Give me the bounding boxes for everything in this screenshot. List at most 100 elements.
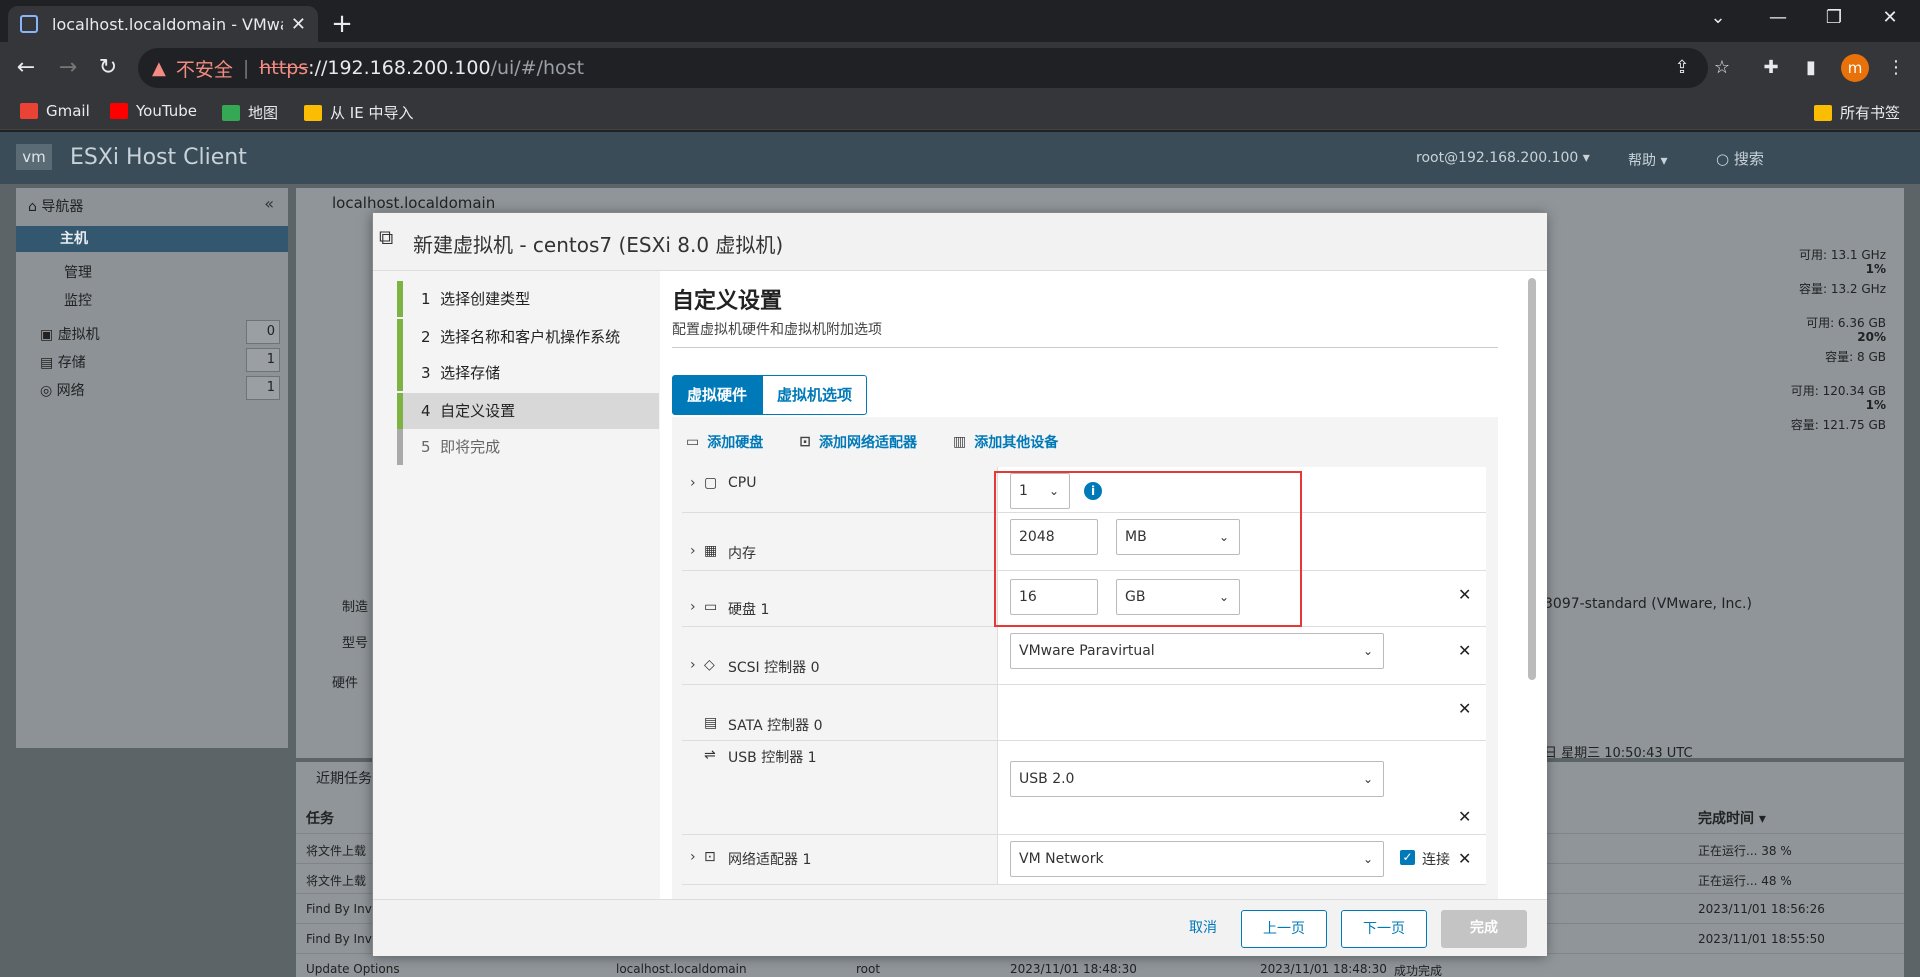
add-nic-button[interactable]: ⊡ 添加网络适配器 bbox=[799, 427, 917, 457]
app-title: ESXi Host Client bbox=[70, 145, 247, 170]
next-button[interactable]: 下一页 bbox=[1341, 910, 1427, 948]
hw-row-nic: › ⊡ 网络适配器 1 VM Network ⌄ ✓ 连接 ✕ bbox=[682, 835, 1486, 885]
wizard-steps: 1 选择创建类型 2 选择名称和客户机操作系统 3 选择存储 4 自定义设置 5… bbox=[373, 271, 660, 899]
new-tab-button[interactable]: + bbox=[324, 6, 360, 42]
mem-pct: 20% bbox=[1857, 330, 1886, 344]
nav-manage[interactable]: 管理 bbox=[64, 262, 92, 282]
sata-icon: ▤ bbox=[704, 715, 718, 731]
scsi-icon: ◇ bbox=[704, 657, 715, 673]
hw-row-scsi: › ◇ SCSI 控制器 0 VMware Paravirtual ⌄ ✕ bbox=[682, 627, 1486, 685]
wizard-title: 新建虚拟机 - centos7 (ESXi 8.0 虚拟机) bbox=[413, 233, 784, 257]
vmware-standard-text: 3097-standard (VMware, Inc.) bbox=[1544, 596, 1752, 612]
forward-arrow-icon[interactable]: → bbox=[52, 52, 84, 84]
col-completed[interactable]: 完成时间 ▾ bbox=[1698, 808, 1766, 828]
bookmark-maps[interactable]: 地图 bbox=[222, 102, 278, 123]
navigator-panel: ⌂ 导航器 « 主机 管理 监控 ▣ 虚拟机 0 ▤ 存储 1 ◎ 网络 1 bbox=[16, 188, 288, 748]
back-arrow-icon[interactable]: ← bbox=[10, 52, 42, 84]
insecure-label: 不安全 bbox=[175, 58, 233, 81]
search-icon: ○ bbox=[1716, 150, 1734, 168]
help-menu[interactable]: 帮助 ▾ bbox=[1628, 150, 1667, 170]
tab-close-icon[interactable]: ✕ bbox=[291, 14, 306, 35]
remove-nic-icon[interactable]: ✕ bbox=[1458, 849, 1471, 868]
minimize-icon[interactable]: — bbox=[1750, 0, 1806, 36]
cancel-button[interactable]: 取消 bbox=[1163, 910, 1243, 948]
remove-sata-icon[interactable]: ✕ bbox=[1458, 699, 1471, 718]
close-window-icon[interactable]: ✕ bbox=[1862, 0, 1918, 36]
remove-usb-icon[interactable]: ✕ bbox=[1458, 807, 1471, 826]
cpu-label: CPU bbox=[728, 475, 757, 491]
expand-chevron-icon[interactable]: › bbox=[690, 849, 696, 865]
step-5[interactable]: 5 即将完成 bbox=[397, 429, 659, 465]
nav-network[interactable]: ◎ 网络 bbox=[40, 380, 85, 400]
tab-search-icon[interactable]: ⌄ bbox=[1690, 0, 1746, 36]
expand-chevron-icon[interactable]: › bbox=[690, 543, 696, 559]
bookmark-star-icon[interactable]: ☆ bbox=[1708, 54, 1736, 82]
bookmark-youtube[interactable]: YouTube bbox=[110, 102, 197, 120]
scsi-type-select[interactable]: VMware Paravirtual ⌄ bbox=[1010, 633, 1384, 669]
step-1[interactable]: 1 选择创建类型 bbox=[397, 281, 659, 317]
search-button[interactable]: ○ 搜索 bbox=[1716, 148, 1764, 169]
bookmark-ie-import[interactable]: 从 IE 中导入 bbox=[304, 102, 413, 123]
nav-host[interactable]: 主机 bbox=[16, 226, 288, 252]
youtube-icon bbox=[110, 103, 128, 119]
share-icon[interactable]: ⇪ bbox=[1668, 54, 1696, 82]
usb-label: USB 控制器 1 bbox=[728, 750, 817, 766]
hw-row-usb: ⇌ USB 控制器 1 USB 2.0 ⌄ ✕ bbox=[682, 741, 1486, 835]
table-row[interactable]: Update Options localhost.localdomain roo… bbox=[296, 954, 1904, 977]
mem-free: 可用: 6.36 GB bbox=[1806, 316, 1886, 330]
collapse-icon[interactable]: « bbox=[264, 194, 274, 213]
add-other-device-button[interactable]: ▥ 添加其他设备 bbox=[953, 427, 1058, 457]
nic-connect-checkbox[interactable]: ✓ bbox=[1400, 850, 1415, 865]
network-adapter-icon: ⊡ bbox=[799, 434, 811, 450]
nic-network-select[interactable]: VM Network ⌄ bbox=[1010, 841, 1384, 877]
nav-network-count: 1 bbox=[246, 376, 280, 400]
restore-icon[interactable]: ❐ bbox=[1806, 0, 1862, 36]
profile-avatar[interactable]: m bbox=[1841, 54, 1869, 82]
tab-title: localhost.localdomain - VMware ESXi bbox=[52, 14, 283, 34]
nic-connect-label: 连接 bbox=[1422, 852, 1450, 868]
hardware-section: 硬件 bbox=[332, 676, 359, 691]
step-4[interactable]: 4 自定义设置 bbox=[397, 393, 659, 429]
storage-free: 可用: 120.34 GB bbox=[1790, 384, 1886, 398]
bookmark-gmail[interactable]: Gmail bbox=[20, 102, 90, 120]
add-disk-button[interactable]: ▭ 添加硬盘 bbox=[686, 427, 763, 457]
disk-icon: ▭ bbox=[686, 434, 700, 450]
chevron-down-icon: ⌄ bbox=[1362, 644, 1373, 658]
col-task[interactable]: 任务 bbox=[306, 808, 334, 828]
vmware-logo: vm bbox=[16, 144, 52, 170]
tab-virtual-hardware[interactable]: 虚拟硬件 bbox=[672, 375, 763, 415]
side-panel-icon[interactable]: ▮ bbox=[1797, 54, 1825, 82]
step-3[interactable]: 3 选择存储 bbox=[397, 355, 659, 391]
reload-icon[interactable]: ↻ bbox=[92, 52, 124, 84]
new-vm-wizard: ⧉ 新建虚拟机 - centos7 (ESXi 8.0 虚拟机) 1 选择创建类… bbox=[372, 212, 1547, 956]
menu-kebab-icon[interactable]: ⋮ bbox=[1882, 54, 1910, 82]
remove-disk-icon[interactable]: ✕ bbox=[1458, 585, 1471, 604]
content-subtitle: 配置虚拟机硬件和虚拟机附加选项 bbox=[672, 322, 882, 338]
expand-chevron-icon[interactable]: › bbox=[690, 475, 696, 491]
expand-chevron-icon[interactable]: › bbox=[690, 657, 696, 673]
step-2[interactable]: 2 选择名称和客户机操作系统 bbox=[397, 319, 659, 355]
nav-vms[interactable]: ▣ 虚拟机 bbox=[40, 324, 100, 344]
model-label: 型号 bbox=[342, 636, 369, 651]
browser-toolbar: ← → ↻ ▲ 不安全 | https://192.168.200.100/ui… bbox=[0, 42, 1920, 94]
back-button[interactable]: 上一页 bbox=[1241, 910, 1327, 948]
finish-button[interactable]: 完成 bbox=[1441, 910, 1527, 948]
nav-monitor[interactable]: 监控 bbox=[64, 290, 92, 310]
recent-tasks-title: 近期任务 bbox=[316, 771, 372, 787]
mem-capacity: 容量: 8 GB bbox=[1825, 350, 1886, 364]
wizard-footer: 取消 上一页 下一页 完成 bbox=[373, 899, 1547, 956]
expand-chevron-icon[interactable]: › bbox=[690, 599, 696, 615]
user-menu[interactable]: root@192.168.200.100 ▾ bbox=[1416, 150, 1590, 166]
bookmarks-bar: Gmail YouTube 地图 从 IE 中导入 所有书签 bbox=[0, 94, 1920, 130]
browser-tab[interactable]: localhost.localdomain - VMware ESXi ✕ bbox=[8, 6, 318, 42]
content-scrollbar[interactable] bbox=[1528, 278, 1536, 680]
nav-storage-count: 1 bbox=[246, 348, 280, 372]
nav-storage[interactable]: ▤ 存储 bbox=[40, 352, 86, 372]
extensions-puzzle-icon[interactable]: ✚ bbox=[1757, 54, 1785, 82]
usb-type-select[interactable]: USB 2.0 ⌄ bbox=[1010, 761, 1384, 797]
remove-scsi-icon[interactable]: ✕ bbox=[1458, 641, 1471, 660]
address-bar[interactable]: ▲ 不安全 | https://192.168.200.100/ui/#/hos… bbox=[138, 48, 1708, 88]
tab-vm-options[interactable]: 虚拟机选项 bbox=[762, 375, 868, 415]
highlight-box bbox=[994, 471, 1302, 627]
all-bookmarks[interactable]: 所有书签 bbox=[1814, 102, 1900, 123]
